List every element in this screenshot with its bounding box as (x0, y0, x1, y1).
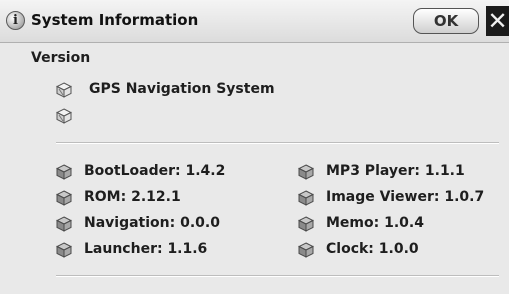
component-label: Image Viewer: 1.0.7 (326, 189, 485, 205)
ok-button[interactable]: OK (413, 8, 479, 34)
package-icon (298, 190, 314, 206)
version-heading: Version (31, 50, 91, 66)
close-icon: ✕ (487, 7, 508, 35)
component-item: Image Viewer: 1.0.7 (298, 188, 503, 208)
component-item: Launcher: 1.1.6 (56, 240, 276, 260)
component-item: MP3 Player: 1.1.1 (298, 162, 503, 182)
divider (56, 275, 499, 277)
product-name: GPS Navigation System (89, 81, 275, 97)
component-label: Launcher: 1.1.6 (84, 241, 208, 257)
package-icon (56, 164, 72, 180)
component-item: BootLoader: 1.4.2 (56, 162, 276, 182)
package-outline-icon (56, 108, 72, 124)
system-information-dialog: i System Information OK ✕ Version GPS Na… (0, 0, 509, 294)
component-item: Clock: 1.0.0 (298, 240, 503, 260)
package-outline-icon (56, 82, 72, 98)
component-item: Memo: 1.0.4 (298, 214, 503, 234)
component-label: Navigation: 0.0.0 (84, 215, 220, 231)
component-label: BootLoader: 1.4.2 (84, 163, 226, 179)
info-icon: i (6, 11, 25, 30)
title-bar: i System Information OK ✕ (0, 0, 509, 43)
component-item: Navigation: 0.0.0 (56, 214, 276, 234)
package-icon (56, 242, 72, 258)
product-name-row: GPS Navigation System (56, 80, 456, 100)
package-icon (56, 190, 72, 206)
close-button[interactable]: ✕ (486, 6, 509, 36)
package-icon (298, 164, 314, 180)
package-icon (298, 216, 314, 232)
dialog-title: System Information (31, 11, 199, 29)
component-item: ROM: 2.12.1 (56, 188, 276, 208)
component-label: ROM: 2.12.1 (84, 189, 181, 205)
divider (56, 142, 499, 144)
component-label: Memo: 1.0.4 (326, 215, 424, 231)
component-label: MP3 Player: 1.1.1 (326, 163, 465, 179)
package-icon (56, 216, 72, 232)
component-label: Clock: 1.0.0 (326, 241, 419, 257)
product-name-row-2 (56, 106, 456, 126)
package-icon (298, 242, 314, 258)
